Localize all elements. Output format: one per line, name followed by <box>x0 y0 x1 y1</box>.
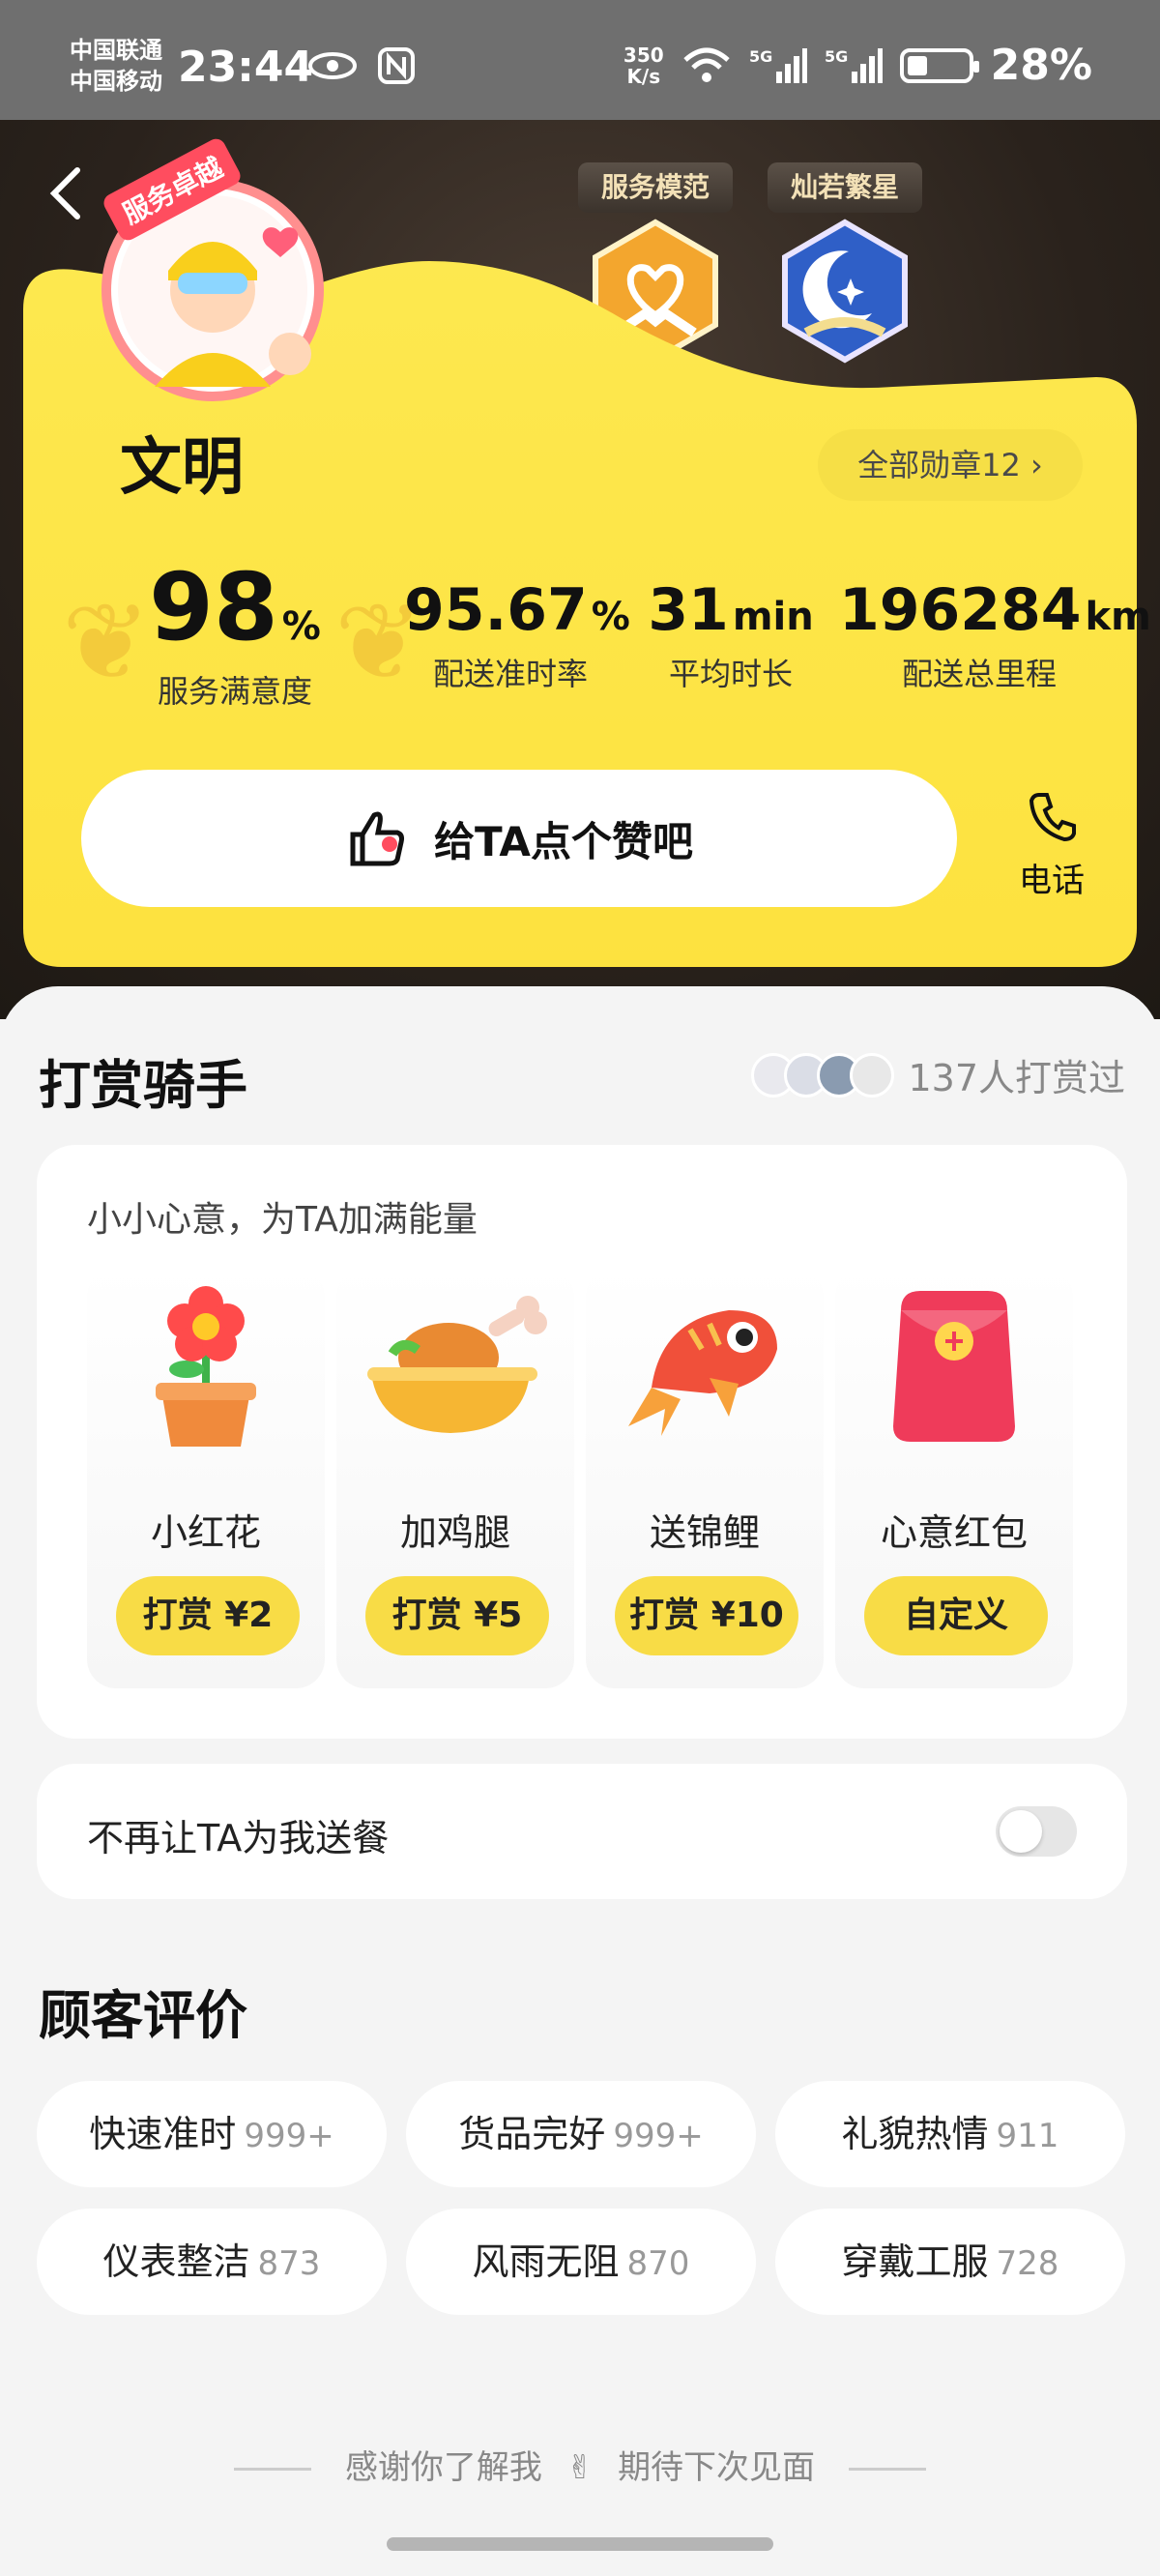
nfc-icon <box>378 47 415 84</box>
carrier-1: 中国联通 <box>70 37 162 64</box>
review-tag[interactable]: 穿戴工服 728 <box>775 2209 1125 2315</box>
battery-percent: 28% <box>990 41 1092 90</box>
net-speed: 350 K/s <box>624 44 664 87</box>
review-tag[interactable]: 礼貌热情 911 <box>775 2081 1125 2187</box>
carrier-names: 中国联通 中国移动 <box>70 35 162 97</box>
tippers-summary[interactable]: 137人打赏过 <box>751 1048 1125 1101</box>
badge-label: 服务模范 <box>578 162 733 213</box>
gift-name: 加鸡腿 <box>399 1511 510 1554</box>
review-tag[interactable]: 仪表整洁 873 <box>37 2209 387 2315</box>
review-tag-count: 873 <box>257 2244 321 2283</box>
gift-tip-button[interactable]: 打赏 ¥5 <box>365 1576 549 1655</box>
clock: 23:44 <box>178 43 314 92</box>
review-tag-count: 911 <box>996 2117 1059 2155</box>
block-rider-switch[interactable] <box>996 1806 1077 1857</box>
stat-satisfaction: 98% 服务满意度 <box>116 553 354 712</box>
gift-koi[interactable]: 送锦鲤 打赏 ¥10 <box>586 1267 824 1688</box>
gift-red-flower[interactable]: 小红花 打赏 ¥2 <box>87 1267 325 1688</box>
status-icons-left <box>307 46 416 85</box>
like-label: 给TA点个赞吧 <box>434 817 693 865</box>
drumstick-bowl-icon <box>336 1267 574 1460</box>
chevron-left-icon <box>49 167 80 220</box>
review-tag-label: 货品完好 <box>458 2113 606 2155</box>
phone-button[interactable]: 电话 <box>1013 789 1090 901</box>
stat-label: 配送准时率 <box>432 656 588 692</box>
review-tag-label: 风雨无阻 <box>472 2240 620 2283</box>
stat-value: 95.67% <box>404 576 630 644</box>
flower-pot-icon <box>87 1267 325 1460</box>
status-bar: 中国联通 中国移动 23:44 350 K/s 5G 5G 28% <box>0 0 1160 120</box>
gift-name: 送锦鲤 <box>649 1511 760 1554</box>
tipper-avatars <box>751 1052 895 1098</box>
gift-tip-button[interactable]: 打赏 ¥10 <box>615 1576 798 1655</box>
rider-name: 文明 <box>120 432 244 504</box>
divider <box>234 2468 312 2471</box>
eye-icon <box>308 52 357 79</box>
koi-fish-icon <box>586 1267 824 1460</box>
review-tag[interactable]: 快速准时 999+ <box>37 2081 387 2187</box>
review-tag[interactable]: 风雨无阻 870 <box>406 2209 756 2315</box>
gift-name: 心意红包 <box>880 1511 1028 1554</box>
all-badges-link[interactable]: 全部勋章12 › <box>818 429 1083 501</box>
signal-5g-icon-2: 5G <box>825 47 883 83</box>
review-tag-label: 穿戴工服 <box>841 2240 989 2283</box>
svg-text:5G: 5G <box>825 47 848 66</box>
thumbs-up-icon <box>350 811 405 866</box>
net-speed-unit: K/s <box>626 64 661 88</box>
stat-label: 服务满意度 <box>157 673 312 710</box>
stat-ontime: 95.67% 配送准时率 <box>404 576 630 694</box>
rider-avatar: 服务卓越 <box>97 135 338 406</box>
stat-total-distance: 196284 km 配送总里程 <box>839 576 1151 694</box>
review-tag-count: 999+ <box>244 2117 334 2155</box>
stat-label: 平均时长 <box>668 656 793 692</box>
net-speed-value: 350 <box>623 43 664 67</box>
divider <box>848 2468 926 2471</box>
phone-label: 电话 <box>1019 862 1085 900</box>
stat-value: 98% <box>149 553 321 661</box>
review-tag-count: 870 <box>626 2244 690 2283</box>
peace-hand-icon: ✌ <box>566 2448 594 2487</box>
tip-section-title: 打赏骑手 <box>39 1055 247 1116</box>
tip-subtitle: 小小心意，为TA加满能量 <box>87 1200 478 1240</box>
red-envelope-icon <box>835 1267 1073 1460</box>
footer-message: 感谢你了解我 ✌ 期待下次见面 <box>0 2441 1160 2488</box>
review-tag[interactable]: 货品完好 999+ <box>406 2081 756 2187</box>
footer-left-text: 感谢你了解我 <box>344 2448 542 2487</box>
tippers-count: 137人打赏过 <box>908 1057 1125 1099</box>
review-tag-count: 999+ <box>613 2117 704 2155</box>
signal-5g-icon: 5G <box>749 47 807 83</box>
home-indicator[interactable] <box>387 2537 773 2551</box>
block-rider-label: 不再让TA为我送餐 <box>87 1817 390 1859</box>
battery-icon <box>899 47 979 83</box>
carrier-2: 中国移动 <box>70 68 162 95</box>
stat-value: 196284 km <box>839 576 1151 644</box>
gift-name: 小红花 <box>150 1511 261 1554</box>
phone-icon <box>1013 789 1090 854</box>
svg-text:5G: 5G <box>749 47 772 66</box>
gift-tip-button[interactable]: 打赏 ¥2 <box>116 1576 300 1655</box>
gift-red-envelope[interactable]: 心意红包 自定义 <box>835 1267 1073 1688</box>
reviews-section-title: 顾客评价 <box>39 1985 247 2046</box>
stat-avg-duration: 31 min 平均时长 <box>644 576 818 694</box>
tip-card: 小小心意，为TA加满能量 小红花 打赏 ¥2 加鸡腿 打赏 ¥5 送锦鲤 打赏 … <box>37 1145 1127 1739</box>
review-tag-count: 728 <box>996 2244 1059 2283</box>
review-tag-label: 仪表整洁 <box>102 2240 250 2283</box>
stat-value: 31 min <box>648 576 814 644</box>
footer-right-text: 期待下次见面 <box>618 2448 816 2487</box>
block-rider-row: 不再让TA为我送餐 <box>37 1764 1127 1899</box>
wifi-icon <box>682 47 730 82</box>
status-icons-right: 350 K/s 5G 5G 28% <box>624 41 1092 90</box>
badge-label: 灿若繁星 <box>768 162 922 213</box>
gift-drumstick[interactable]: 加鸡腿 打赏 ¥5 <box>336 1267 574 1688</box>
stat-label: 配送总里程 <box>901 656 1057 692</box>
review-tag-label: 快速准时 <box>89 2113 237 2155</box>
more-avatars-icon <box>850 1052 895 1098</box>
review-tag-label: 礼貌热情 <box>841 2113 989 2155</box>
gift-custom-button[interactable]: 自定义 <box>864 1576 1048 1655</box>
like-button[interactable]: 给TA点个赞吧 <box>81 770 957 907</box>
